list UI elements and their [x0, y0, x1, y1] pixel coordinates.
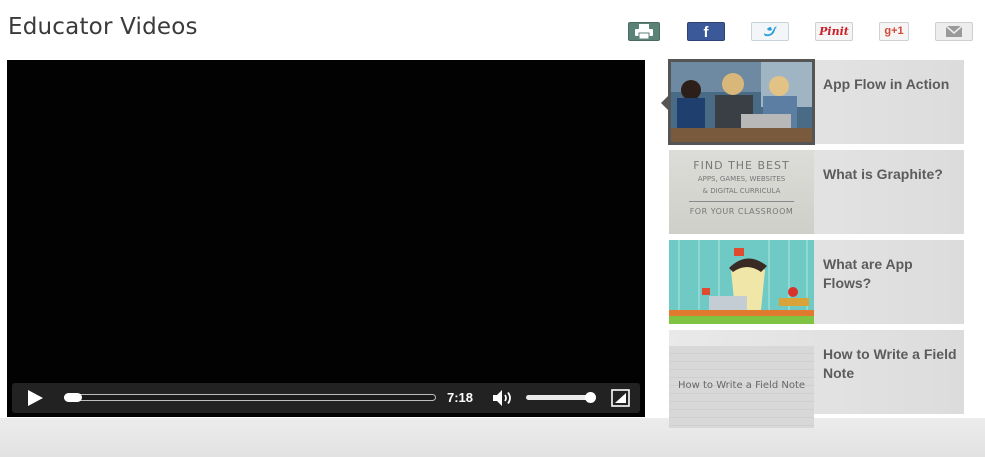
playlist-item-title: How to Write a Field Note: [823, 346, 957, 381]
volume-icon: [493, 390, 511, 406]
playlist-item[interactable]: FIND THE BEST APPS, GAMES, WEBSITES & DI…: [669, 150, 964, 234]
thumb-text: APPS, GAMES, WEBSITES: [697, 175, 786, 183]
play-icon: [28, 390, 43, 406]
cartoon-illustration: [669, 240, 814, 324]
thumb-text: FOR YOUR CLASSROOM: [689, 207, 794, 216]
progress-handle[interactable]: [64, 393, 82, 402]
playlist-item[interactable]: App Flow in Action: [668, 59, 964, 145]
player-controls: 7:18: [12, 383, 640, 413]
progress-bar[interactable]: [64, 393, 436, 402]
facebook-icon: f: [704, 24, 710, 40]
thumb-text: How to Write a Field Note: [677, 380, 806, 391]
google-plus-label: g+1: [884, 25, 904, 37]
video-thumbnail[interactable]: How to Write a Field Note: [669, 346, 814, 428]
fullscreen-icon: [611, 389, 630, 407]
playlist-item[interactable]: What are App Flows?: [669, 240, 964, 324]
printer-icon: [635, 24, 653, 40]
volume-slider[interactable]: [526, 395, 592, 400]
playlist-item-title: App Flow in Action: [823, 76, 950, 92]
twitter-bird-icon: [764, 26, 777, 37]
fullscreen-button[interactable]: [611, 389, 630, 407]
playlist-item-title: What is Graphite?: [823, 166, 943, 182]
thumb-divider: [689, 201, 794, 202]
playlist-item-title: What are App Flows?: [823, 256, 913, 291]
mute-button[interactable]: [492, 389, 516, 407]
classroom-photo: [671, 62, 812, 142]
facebook-share-button[interactable]: f: [687, 22, 725, 41]
pinterest-label: Pinit: [819, 25, 849, 38]
video-player[interactable]: 7:18: [7, 60, 645, 417]
pinterest-share-button[interactable]: Pinit: [815, 22, 853, 41]
email-share-button[interactable]: [935, 22, 973, 41]
thumb-text: FIND THE BEST: [693, 159, 790, 172]
google-plus-button[interactable]: g+1: [879, 22, 909, 41]
duration-label: 7:18: [447, 390, 474, 405]
play-button[interactable]: [26, 389, 44, 407]
video-thumbnail[interactable]: [668, 59, 815, 145]
playlist-item[interactable]: How to Write a Field Note How to Write a…: [669, 330, 964, 428]
video-thumbnail[interactable]: [669, 240, 814, 324]
video-thumbnail[interactable]: FIND THE BEST APPS, GAMES, WEBSITES & DI…: [669, 150, 814, 234]
envelope-icon: [945, 25, 963, 37]
volume-handle[interactable]: [585, 392, 596, 403]
twitter-share-button[interactable]: [751, 22, 789, 41]
video-playlist: App Flow in Action FIND THE BEST APPS, G…: [661, 59, 971, 430]
page-title: Educator Videos: [8, 14, 198, 40]
print-button[interactable]: [628, 22, 660, 41]
thumb-text: & DIGITAL CURRICULA: [702, 187, 781, 195]
svg-text:f: f: [704, 24, 710, 40]
